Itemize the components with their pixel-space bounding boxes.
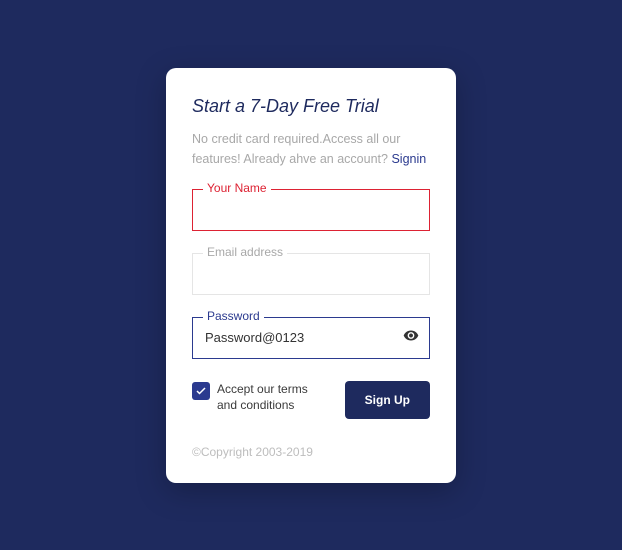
password-field: Password xyxy=(192,317,430,359)
terms-label: Accept our terms and conditions xyxy=(217,381,327,415)
password-label: Password xyxy=(203,309,264,323)
email-input[interactable] xyxy=(193,254,429,294)
name-input[interactable] xyxy=(193,190,429,230)
signin-link[interactable]: Signin xyxy=(391,152,426,166)
terms-checkbox[interactable] xyxy=(192,382,210,400)
subtitle-text: No credit card required.Access all our f… xyxy=(192,132,400,166)
name-field: Your Name xyxy=(192,189,430,231)
signup-button[interactable]: Sign Up xyxy=(345,381,430,419)
password-input[interactable] xyxy=(193,318,429,358)
eye-icon[interactable] xyxy=(403,327,419,348)
subtitle: No credit card required.Access all our f… xyxy=(192,129,430,169)
email-label: Email address xyxy=(203,245,287,259)
signup-card: Start a 7-Day Free Trial No credit card … xyxy=(166,68,456,483)
copyright: ©Copyright 2003-2019 xyxy=(192,445,430,459)
email-field: Email address xyxy=(192,253,430,295)
page-title: Start a 7-Day Free Trial xyxy=(192,96,430,117)
name-label: Your Name xyxy=(203,181,271,195)
terms-checkbox-wrap: Accept our terms and conditions xyxy=(192,381,327,415)
bottom-row: Accept our terms and conditions Sign Up xyxy=(192,381,430,419)
